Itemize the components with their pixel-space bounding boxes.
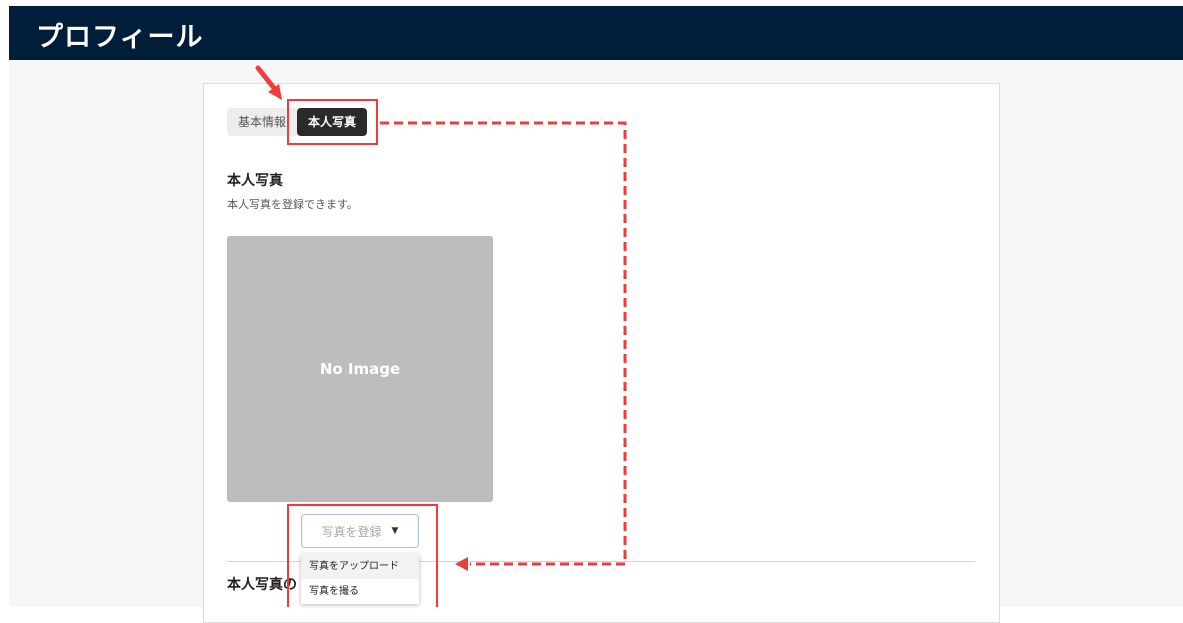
app-header: プロフィール xyxy=(9,6,1183,60)
photo-dropdown-menu: 写真をアップロード 写真を撮る xyxy=(301,554,419,604)
tab-basic-info[interactable]: 基本情報 xyxy=(227,108,297,136)
page-title: プロフィール xyxy=(36,22,204,53)
section-title: 本人写真 xyxy=(227,173,283,189)
caret-down-icon: ▼ xyxy=(391,526,399,536)
menu-item-upload-photo[interactable]: 写真をアップロード xyxy=(301,554,419,579)
photo-section-title-2: 本人写真の xyxy=(227,577,297,593)
tab-photo[interactable]: 本人写真 xyxy=(297,108,368,136)
register-photo-button[interactable]: 写真を登録 ▼ xyxy=(301,514,419,548)
section-description: 本人写真を登録できます。 xyxy=(227,198,358,211)
menu-item-take-photo[interactable]: 写真を撮る xyxy=(301,579,419,604)
register-photo-label: 写真を登録 xyxy=(321,524,382,539)
photo-placeholder: No Image xyxy=(227,236,493,502)
no-image-text: No Image xyxy=(319,360,401,378)
profile-tabs: 基本情報 本人写真 xyxy=(227,108,368,136)
